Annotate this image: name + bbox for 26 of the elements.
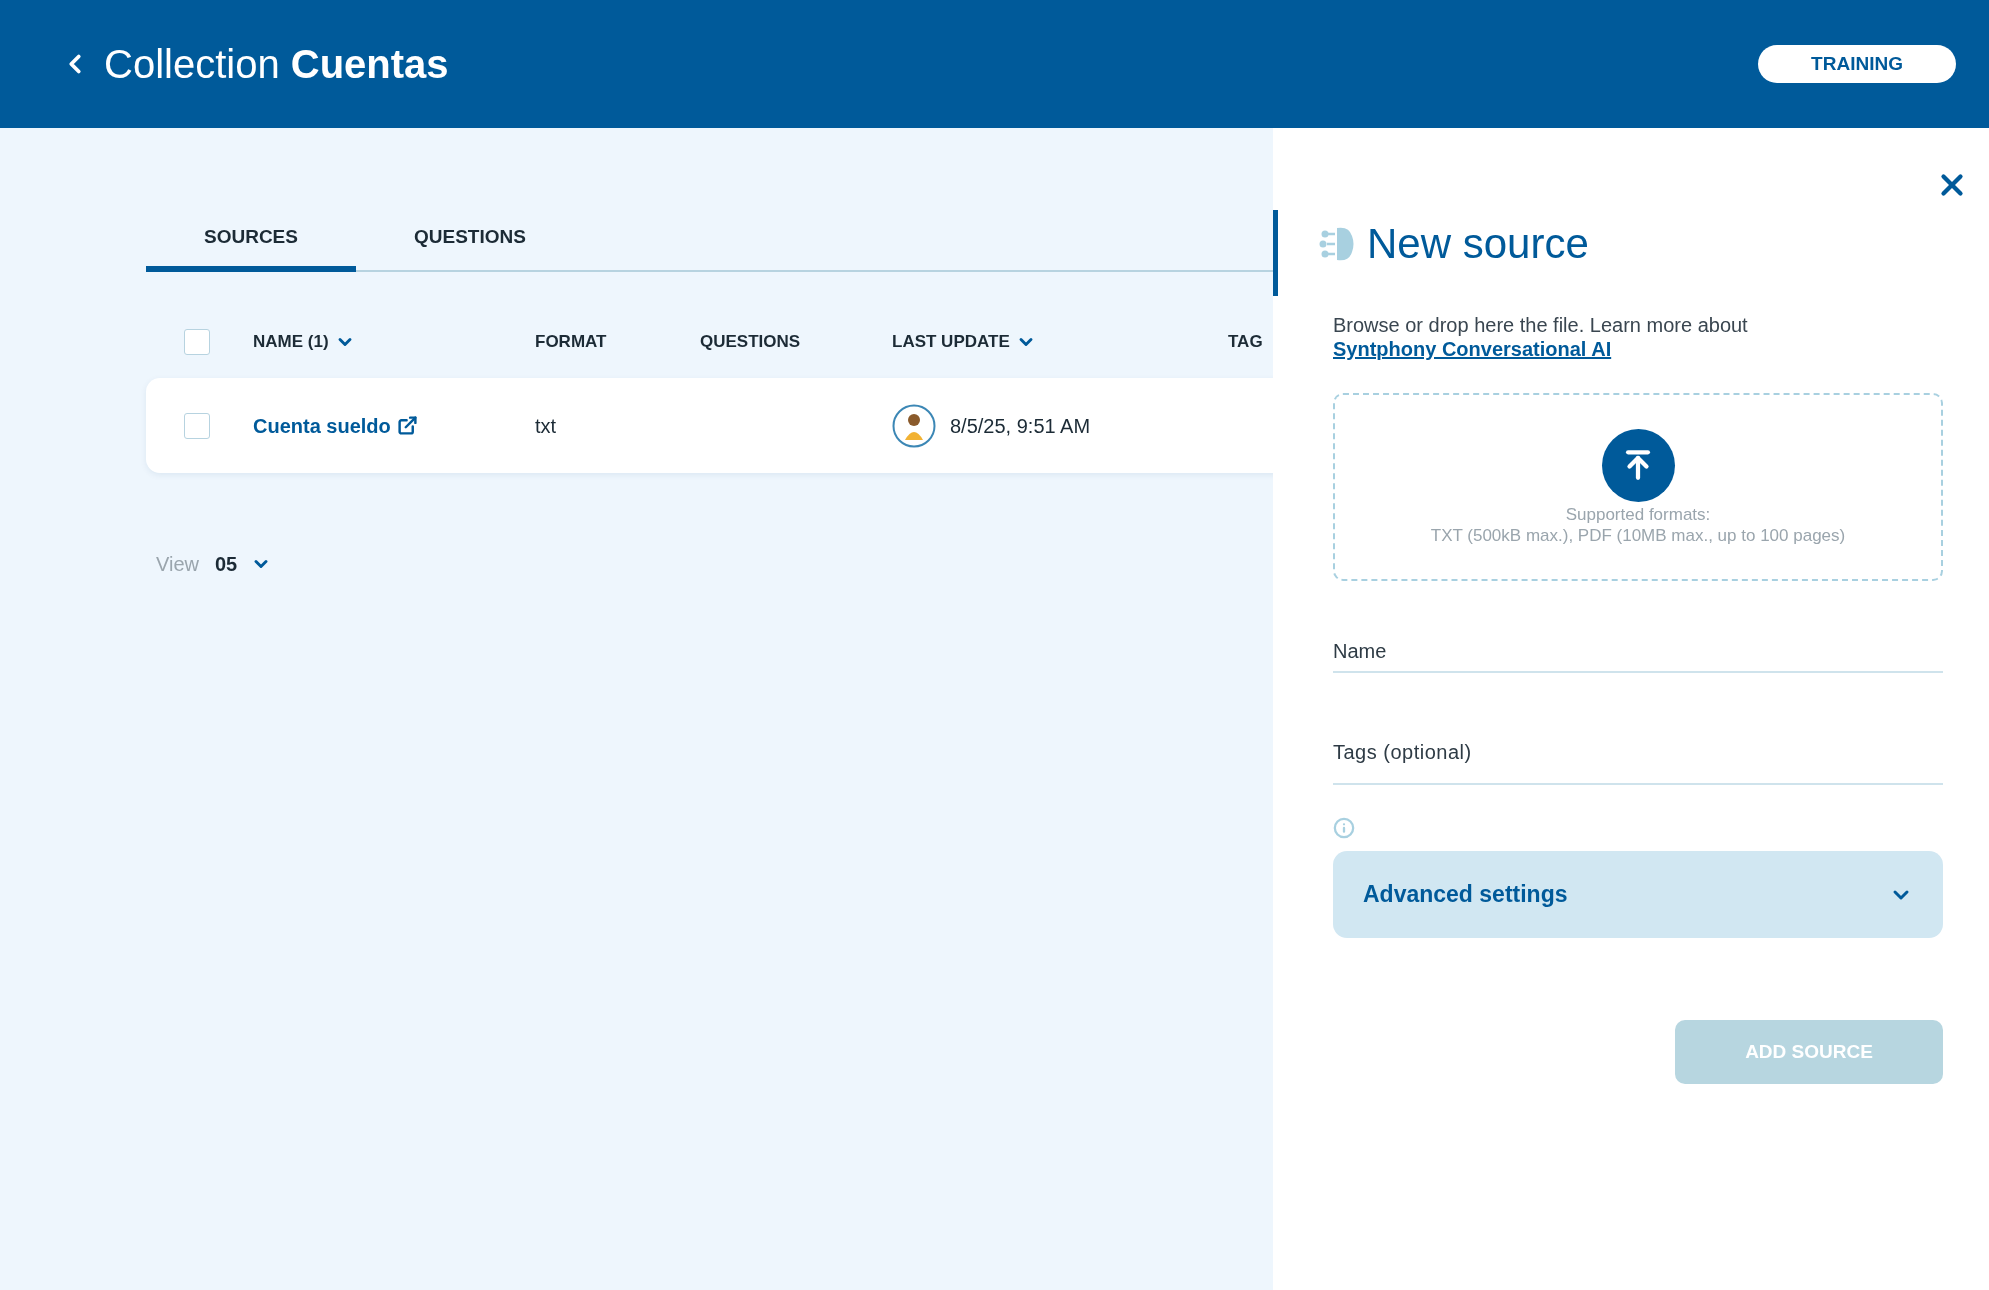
page-title: Collection Cuentas — [104, 41, 449, 88]
checkbox[interactable] — [184, 412, 210, 439]
tab[interactable]: QUESTIONS — [355, 208, 584, 272]
column-header[interactable]: NAME (1) — [253, 329, 355, 355]
external-link-icon[interactable] — [396, 415, 418, 436]
view-label: View — [156, 552, 199, 577]
supported-formats-text: Supported formats: TXT (500kB max.), PDF (10MB max., up to 100 pages) — [1430, 503, 1846, 546]
page-size-select[interactable]: 05 — [215, 549, 272, 579]
table-row[interactable]: Cuenta sueldo txt 8/5/25, 9:51 AM — [146, 378, 1273, 473]
avatar-icon — [892, 403, 936, 448]
table-cell: txt — [535, 414, 557, 437]
tab[interactable]: SOURCES — [146, 208, 356, 272]
column-header[interactable]: LAST UPDATE — [892, 329, 1036, 355]
learn-more-link[interactable]: Syntphony Conversational AI — [1333, 338, 1612, 360]
source-link[interactable]: Cuenta sueldo — [253, 410, 391, 441]
panel-description: Browse or drop here the file. Learn more about Syntphony Conversational AI — [1333, 313, 1749, 361]
advanced-settings-accordion[interactable]: Advanced settings — [1333, 851, 1943, 938]
text-field[interactable]: Name — [1333, 631, 1943, 673]
checkbox[interactable] — [184, 329, 210, 355]
column-header[interactable]: FORMAT — [535, 329, 607, 355]
column-header[interactable]: QUESTIONS — [700, 329, 801, 355]
training-button[interactable]: TRAINING — [1758, 45, 1956, 83]
column-header[interactable]: TAG — [1228, 329, 1263, 355]
panel-title: New source — [1367, 219, 1589, 269]
table-cell-text: 8/5/25, 9:51 AM — [950, 413, 1091, 439]
text-field[interactable]: Tags (optional) — [1333, 713, 1943, 785]
